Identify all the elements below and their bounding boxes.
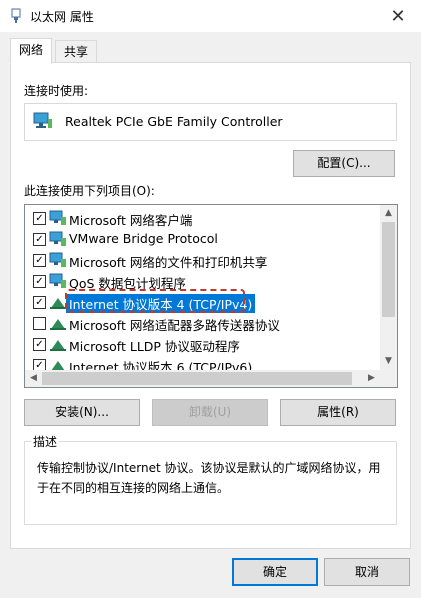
description-group: 描述 传输控制协议/Internet 协议。该协议是默认的广域网络协议，用于在不… bbox=[24, 433, 397, 525]
item-label: Microsoft 网络客户端 bbox=[69, 213, 193, 228]
close-icon: ✕ bbox=[390, 5, 406, 27]
list-item[interactable]: ✓ Microsoft 网络的文件和打印机共享 bbox=[25, 250, 380, 271]
list-item[interactable]: ✓ QoS 数据包计划程序 bbox=[25, 271, 380, 292]
title-bar: 以太网 属性 ✕ bbox=[0, 0, 421, 32]
install-button-label: 安装(N)... bbox=[55, 405, 109, 419]
item-checkbox[interactable]: ✓ bbox=[33, 275, 46, 288]
item-checkbox[interactable]: ✓ bbox=[33, 338, 46, 351]
scroll-right-icon[interactable]: ▶ bbox=[363, 370, 380, 387]
vertical-scroll-thumb[interactable] bbox=[382, 222, 395, 317]
window-title: 以太网 属性 bbox=[30, 10, 94, 24]
scroll-corner bbox=[380, 370, 397, 387]
connect-using-label: 连接时使用: bbox=[24, 84, 89, 98]
cancel-button-label: 取消 bbox=[354, 565, 379, 579]
properties-button[interactable]: 属性(R) bbox=[280, 399, 396, 426]
list-item[interactable]: Microsoft 网络适配器多路传送器协议 bbox=[25, 313, 380, 334]
qos-icon bbox=[49, 273, 66, 288]
item-label: VMware Bridge Protocol bbox=[69, 231, 218, 246]
configure-button-label: 配置(C)... bbox=[317, 156, 371, 170]
protocol-icon bbox=[50, 298, 66, 309]
items-label: 此连接使用下列项目(O): bbox=[24, 184, 155, 198]
horizontal-scrollbar[interactable]: ◀ ▶ bbox=[25, 370, 380, 387]
item-label: Internet 协议版本 4 (TCP/IPv4) bbox=[66, 294, 256, 313]
scroll-left-icon[interactable]: ◀ bbox=[25, 370, 42, 387]
protocol-icon bbox=[49, 231, 66, 246]
description-title: 描述 bbox=[31, 433, 60, 450]
list-item[interactable]: ✓ Microsoft 网络客户端 bbox=[25, 208, 380, 229]
vertical-scrollbar[interactable]: ▲ ▼ bbox=[380, 205, 397, 370]
item-checkbox[interactable]: ✓ bbox=[33, 233, 46, 246]
item-checkbox[interactable]: ✓ bbox=[33, 212, 46, 225]
protocol-icon bbox=[50, 340, 66, 351]
tab-network[interactable]: 网络 bbox=[10, 38, 53, 64]
tab-sharing-label: 共享 bbox=[64, 45, 89, 59]
item-checkbox[interactable]: ✓ bbox=[33, 296, 46, 309]
adapter-name: Realtek PCIe GbE Family Controller bbox=[65, 114, 283, 129]
uninstall-button[interactable]: 卸载(U) bbox=[152, 399, 268, 426]
network-properties-icon bbox=[11, 8, 21, 23]
protocol-icon bbox=[50, 319, 66, 330]
item-label: Microsoft LLDP 协议驱动程序 bbox=[69, 339, 240, 354]
description-text: 传输控制协议/Internet 协议。该协议是默认的广域网络协议，用于在不同的相… bbox=[37, 461, 381, 495]
scroll-up-icon[interactable]: ▲ bbox=[380, 205, 397, 222]
file-sharing-icon bbox=[49, 252, 66, 267]
item-label: Microsoft 网络的文件和打印机共享 bbox=[69, 255, 268, 270]
scroll-down-icon[interactable]: ▼ bbox=[380, 353, 397, 370]
list-item-selected[interactable]: ✓ Internet 协议版本 4 (TCP/IPv4) bbox=[25, 289, 380, 313]
horizontal-scroll-thumb[interactable] bbox=[42, 372, 352, 385]
adapter-field: Realtek PCIe GbE Family Controller bbox=[24, 103, 397, 141]
list-item[interactable]: ✓ Microsoft LLDP 协议驱动程序 bbox=[25, 334, 380, 355]
network-client-icon bbox=[49, 210, 66, 225]
properties-button-label: 属性(R) bbox=[317, 405, 359, 419]
item-label: Microsoft 网络适配器多路传送器协议 bbox=[69, 318, 280, 333]
item-checkbox[interactable] bbox=[33, 317, 46, 330]
configure-button[interactable]: 配置(C)... bbox=[293, 150, 395, 177]
tab-network-label: 网络 bbox=[19, 43, 44, 57]
ok-button-label: 确定 bbox=[262, 565, 287, 579]
network-adapter-icon bbox=[33, 112, 52, 128]
cancel-button[interactable]: 取消 bbox=[324, 558, 410, 586]
uninstall-button-label: 卸载(U) bbox=[188, 405, 232, 419]
ok-button[interactable]: 确定 bbox=[232, 558, 318, 586]
components-list[interactable]: ✓ Microsoft 网络客户端 ✓ VMware Bridge Protoc… bbox=[24, 204, 398, 388]
item-label: QoS 数据包计划程序 bbox=[69, 276, 186, 291]
close-button[interactable]: ✕ bbox=[375, 0, 421, 32]
item-checkbox[interactable]: ✓ bbox=[33, 254, 46, 267]
install-button[interactable]: 安装(N)... bbox=[24, 399, 140, 426]
list-item[interactable]: ✓ VMware Bridge Protocol bbox=[25, 229, 380, 250]
tab-sharing[interactable]: 共享 bbox=[55, 40, 98, 64]
